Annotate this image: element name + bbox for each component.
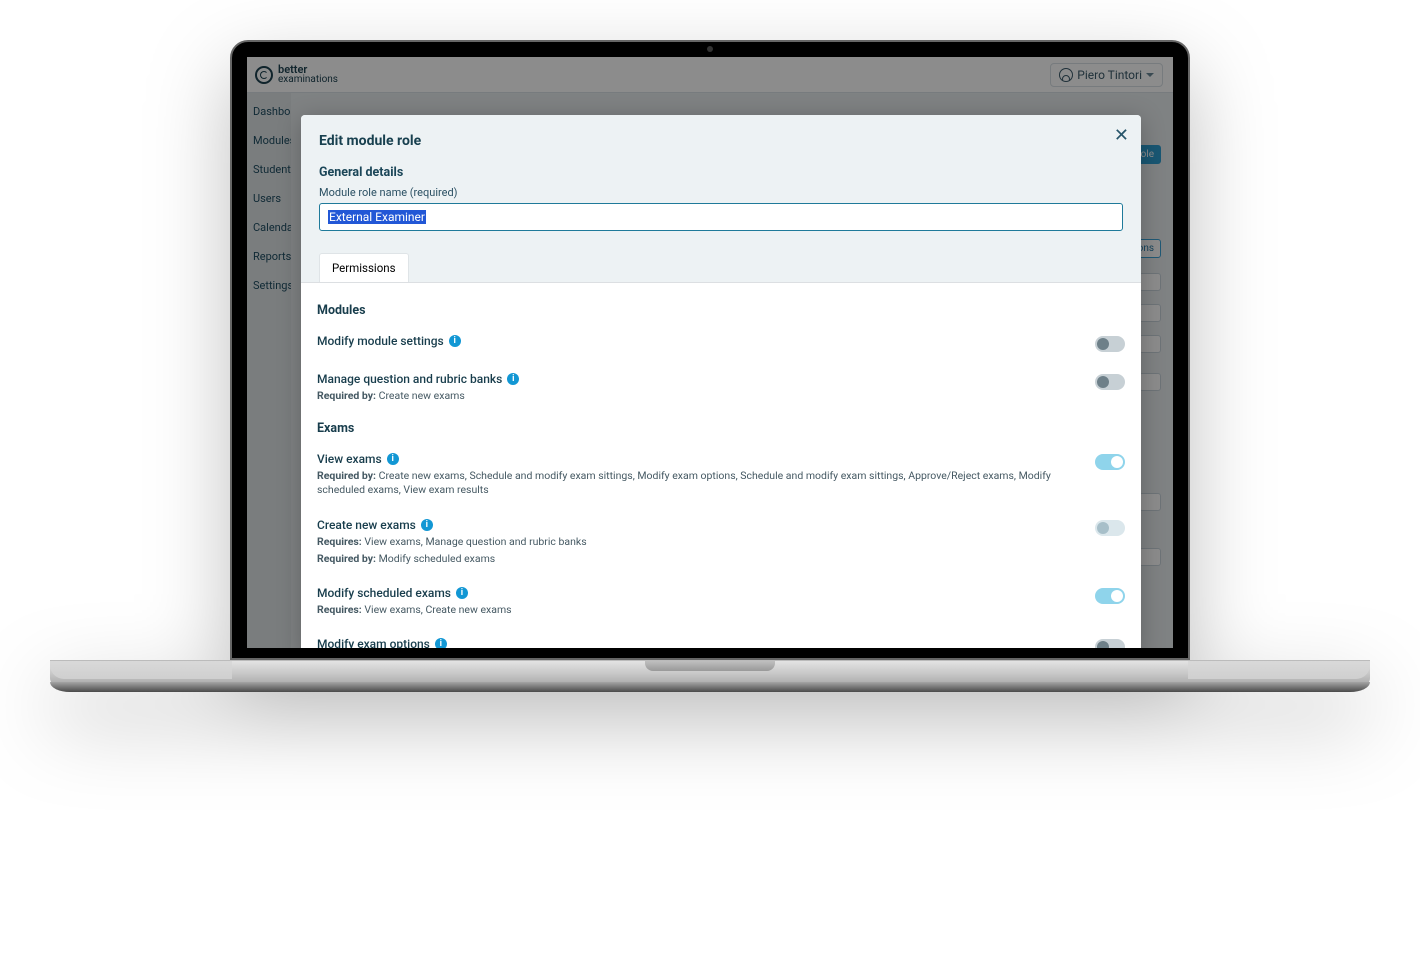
perm-label: Create new examsi [317,518,1085,532]
laptop-base [50,660,1370,692]
perm-label: Manage question and rubric banksi [317,372,1085,386]
perm-subtext: Required by: Create new exams, Schedule … [317,469,1085,497]
modal-title: Edit module role [319,133,1123,149]
info-icon[interactable]: i [421,519,433,531]
perm-row: Modify scheduled examsi Requires: View ex… [317,578,1125,629]
perm-toggle[interactable] [1095,374,1125,390]
laptop-screen: better examinations Piero Tintori Dashbo… [230,40,1190,660]
perm-row: View examsi Required by: Create new exams… [317,444,1125,509]
perm-toggle[interactable] [1095,520,1125,536]
perm-toggle[interactable] [1095,454,1125,470]
perm-label: Modify scheduled examsi [317,586,1085,600]
role-name-label: Module role name (required) [319,186,1123,199]
edit-role-modal: ✕ Edit module role General details Modul… [301,115,1141,648]
laptop-mockup: better examinations Piero Tintori Dashbo… [50,40,1370,692]
perm-toggle[interactable] [1095,588,1125,604]
perm-subtext: Required by: Modify scheduled exams [317,552,1085,566]
close-icon: ✕ [1114,125,1129,146]
info-icon[interactable]: i [456,587,468,599]
info-icon[interactable]: i [449,335,461,347]
perm-group-title: Modules [317,303,1125,318]
role-name-value: External Examiner [328,210,426,224]
perm-subtext: Requires: View exams, Create new exams [317,603,1085,617]
perm-subtext: Requires: View exams, Manage question an… [317,535,1085,549]
perm-toggle[interactable] [1095,336,1125,352]
perm-label: Modify exam optionsi [317,637,1085,648]
tabbar: Permissions [319,253,1123,282]
perm-row: Modify exam optionsiRequires: View exams [317,629,1125,648]
perm-toggle[interactable] [1095,639,1125,648]
perm-row: Create new examsi Requires: View exams, M… [317,510,1125,578]
info-icon[interactable]: i [387,453,399,465]
close-button[interactable]: ✕ [1114,125,1129,146]
perm-row: Manage question and rubric banksi Require… [317,364,1125,415]
perm-subtext: Required by: Create new exams [317,389,1085,403]
modal-body[interactable]: Modules Modify module settingsi Manage que… [301,283,1141,648]
info-icon[interactable]: i [435,638,447,648]
camera-dot [707,46,713,52]
perm-label: View examsi [317,452,1085,466]
tab-permissions[interactable]: Permissions [319,253,409,282]
info-icon[interactable]: i [507,373,519,385]
modal-header: Edit module role General details Module … [301,115,1141,283]
role-name-input[interactable]: External Examiner [319,203,1123,231]
perm-row: Modify module settingsi [317,326,1125,364]
perm-label: Modify module settingsi [317,334,1085,348]
screen-content: better examinations Piero Tintori Dashbo… [247,57,1173,648]
section-general-title: General details [319,165,1123,180]
perm-group-title: Exams [317,421,1125,436]
